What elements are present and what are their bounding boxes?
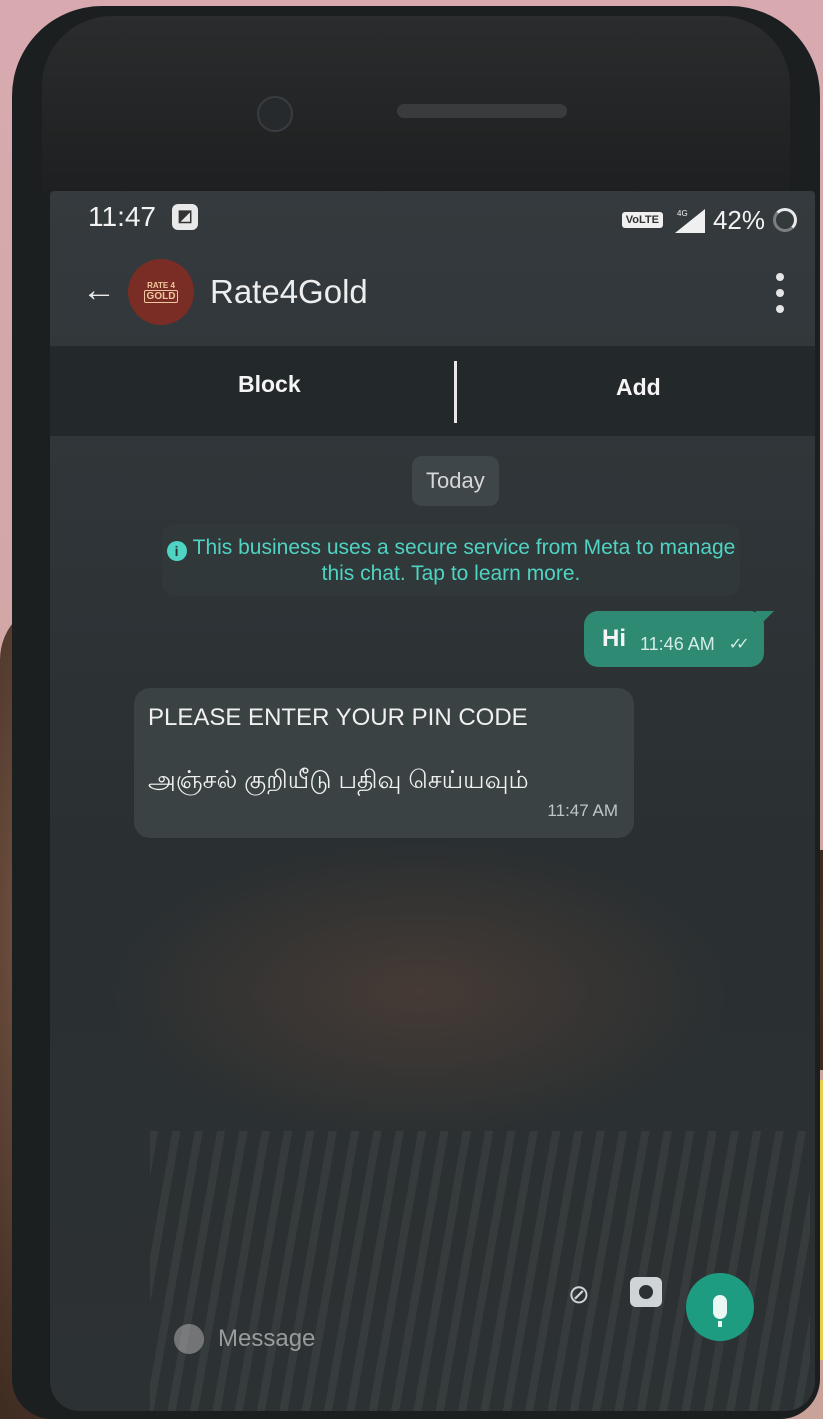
status-indicators: VoLTE 4G 42% (621, 204, 797, 235)
unknown-contact-actions: Block Add (50, 346, 815, 436)
volte-badge: VoLTE (621, 212, 663, 228)
business-notice-text: This business uses a secure service from… (192, 536, 736, 585)
earpiece-speaker (397, 104, 567, 118)
menu-dot (776, 273, 784, 281)
avatar[interactable]: RATE 4 GOLD (128, 259, 194, 325)
add-contact-button[interactable]: Add (616, 374, 661, 401)
phone-bezel (42, 16, 790, 196)
chat-title[interactable]: Rate4Gold (210, 273, 368, 311)
gallery-notification-icon: ◩ (172, 204, 198, 230)
outgoing-message[interactable]: Hi 11:46 AM ✓✓ (584, 611, 774, 667)
date-chip: Today (412, 456, 499, 506)
avatar-logo-bottom: GOLD (143, 290, 179, 303)
action-divider (454, 361, 457, 423)
status-time: 11:47 (88, 201, 156, 232)
front-camera (257, 96, 293, 132)
message-composer: ⊘ (150, 1271, 710, 1371)
status-bar: 11:47 ◩ VoLTE 4G 42% (50, 191, 815, 246)
phone-screen: 11:47 ◩ VoLTE 4G 42% ← RATE 4 GOLD Rate4… (50, 191, 815, 1411)
bubble-tail (755, 611, 774, 629)
message-text-line1: PLEASE ENTER YOUR PIN CODE (148, 704, 528, 731)
info-icon: i (166, 541, 187, 561)
chat-header: ← RATE 4 GOLD Rate4Gold (50, 251, 815, 331)
emoji-icon[interactable] (174, 1324, 204, 1354)
message-input[interactable] (218, 1319, 518, 1359)
more-vertical-icon[interactable] (773, 273, 787, 313)
phone-body: 11:47 ◩ VoLTE 4G 42% ← RATE 4 GOLD Rate4… (12, 6, 820, 1419)
message-time: 11:46 AM (640, 633, 715, 654)
battery-icon (773, 208, 797, 232)
mic-button[interactable] (686, 1273, 754, 1341)
signal-icon: 4G (671, 207, 705, 233)
message-time: 11:47 AM (547, 801, 618, 820)
message-text-line2: அஞ்சல் குறியீடு பதிவு செய்யவும் (148, 766, 529, 794)
battery-percent: 42% (712, 204, 765, 235)
block-button[interactable]: Block (238, 371, 301, 398)
attach-icon[interactable]: ⊘ (568, 1279, 598, 1309)
mic-icon (713, 1295, 727, 1327)
menu-dot (776, 289, 784, 297)
network-type-label: 4G (677, 209, 688, 218)
screen-reflection (110, 841, 730, 1141)
message-text: Hi (602, 625, 626, 652)
camera-icon[interactable] (630, 1277, 662, 1307)
avatar-logo-top: RATE 4 (147, 281, 175, 290)
back-arrow-icon[interactable]: ← (82, 273, 122, 307)
double-tick-icon: ✓✓ (728, 636, 750, 653)
incoming-message[interactable]: PLEASE ENTER YOUR PIN CODE அஞ்சல் குறியீ… (134, 688, 634, 838)
menu-dot (776, 305, 784, 313)
business-notice[interactable]: i This business uses a secure service fro… (162, 524, 740, 596)
